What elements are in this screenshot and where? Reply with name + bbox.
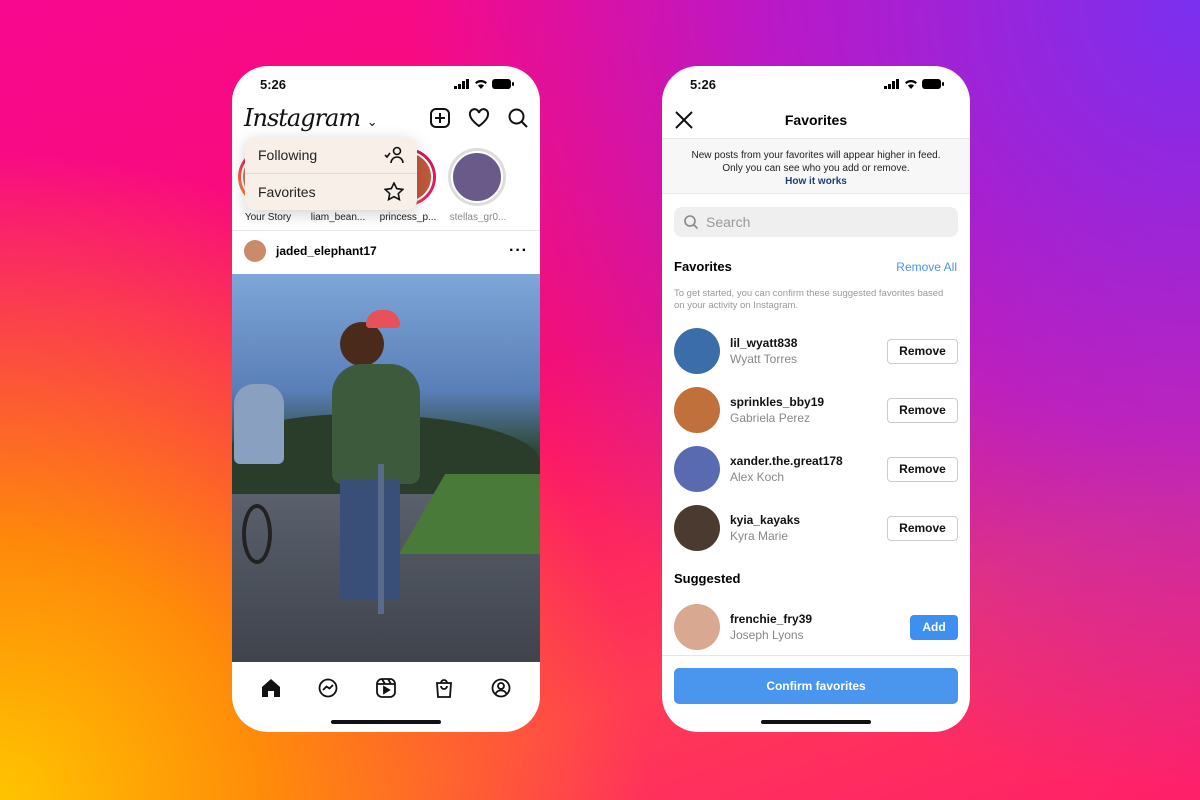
- battery-icon: [922, 79, 944, 89]
- story-item[interactable]: stellas_gr0...: [448, 148, 508, 223]
- avatar: [674, 505, 720, 551]
- battery-icon: [492, 79, 514, 89]
- info-banner: New posts from your favorites will appea…: [662, 138, 970, 194]
- search-input[interactable]: Search: [674, 207, 958, 237]
- menu-item-favorites[interactable]: Favorites: [245, 173, 417, 209]
- remove-all-button[interactable]: Remove All: [896, 260, 957, 274]
- more-options-icon[interactable]: ···: [509, 242, 528, 260]
- post-photo[interactable]: [232, 274, 540, 662]
- heart-icon[interactable]: [468, 108, 490, 128]
- confirm-favorites-button[interactable]: Confirm favorites: [674, 668, 958, 704]
- bottom-nav: [232, 662, 540, 714]
- favorites-description: To get started, you can confirm these su…: [674, 288, 944, 311]
- home-indicator: [761, 720, 871, 724]
- suggested-heading: Suggested: [674, 571, 741, 586]
- avatar: [674, 387, 720, 433]
- list-item: lil_wyatt838 Wyatt Torres Remove: [674, 328, 958, 374]
- reels-icon[interactable]: [376, 678, 396, 698]
- list-item: sprinkles_bby19 Gabriela Perez Remove: [674, 387, 958, 433]
- signal-icon: [884, 79, 899, 89]
- search-icon: [684, 215, 698, 229]
- post-header: jaded_elephant17 ···: [244, 240, 528, 262]
- following-icon: [384, 146, 404, 164]
- status-icons: [884, 79, 944, 89]
- status-icons: [454, 79, 514, 89]
- post-username[interactable]: jaded_elephant17: [276, 244, 377, 258]
- favorites-heading: Favorites: [674, 259, 732, 274]
- add-button[interactable]: Add: [910, 614, 958, 640]
- signal-icon: [454, 79, 469, 89]
- home-indicator: [331, 720, 441, 724]
- instagram-logo[interactable]: Instagram ⌄: [244, 104, 378, 132]
- shop-icon[interactable]: [434, 678, 454, 698]
- avatar: [674, 328, 720, 374]
- remove-button[interactable]: Remove: [887, 338, 958, 364]
- avatar[interactable]: [244, 240, 266, 262]
- feed-dropdown-menu: Following Favorites: [245, 137, 417, 210]
- list-item: kyia_kayaks Kyra Marie Remove: [674, 505, 958, 551]
- status-time: 5:26: [690, 77, 717, 92]
- menu-item-following[interactable]: Following: [245, 137, 417, 173]
- wifi-icon: [905, 80, 917, 89]
- wifi-icon: [475, 80, 487, 89]
- search-icon[interactable]: [508, 108, 528, 128]
- star-icon: [384, 182, 404, 201]
- chevron-down-icon: ⌄: [366, 115, 378, 130]
- messenger-icon[interactable]: [318, 678, 338, 698]
- page-title: Favorites: [784, 112, 848, 128]
- new-post-icon[interactable]: [430, 108, 450, 128]
- remove-button[interactable]: Remove: [887, 515, 958, 541]
- profile-icon[interactable]: [491, 678, 511, 698]
- feed-phone: 5:26 Instagram ⌄ Your Story liam_bean...…: [232, 66, 540, 732]
- favorites-phone: 5:26 Favorites New posts from your favor…: [662, 66, 970, 732]
- avatar: [674, 604, 720, 650]
- avatar: [674, 446, 720, 492]
- home-icon[interactable]: [261, 678, 281, 698]
- how-it-works-link[interactable]: How it works: [662, 175, 970, 188]
- remove-button[interactable]: Remove: [887, 456, 958, 482]
- status-time: 5:26: [260, 77, 287, 92]
- list-item: frenchie_fry39 Joseph Lyons Add: [674, 604, 958, 650]
- remove-button[interactable]: Remove: [887, 397, 958, 423]
- list-item: xander.the.great178 Alex Koch Remove: [674, 446, 958, 492]
